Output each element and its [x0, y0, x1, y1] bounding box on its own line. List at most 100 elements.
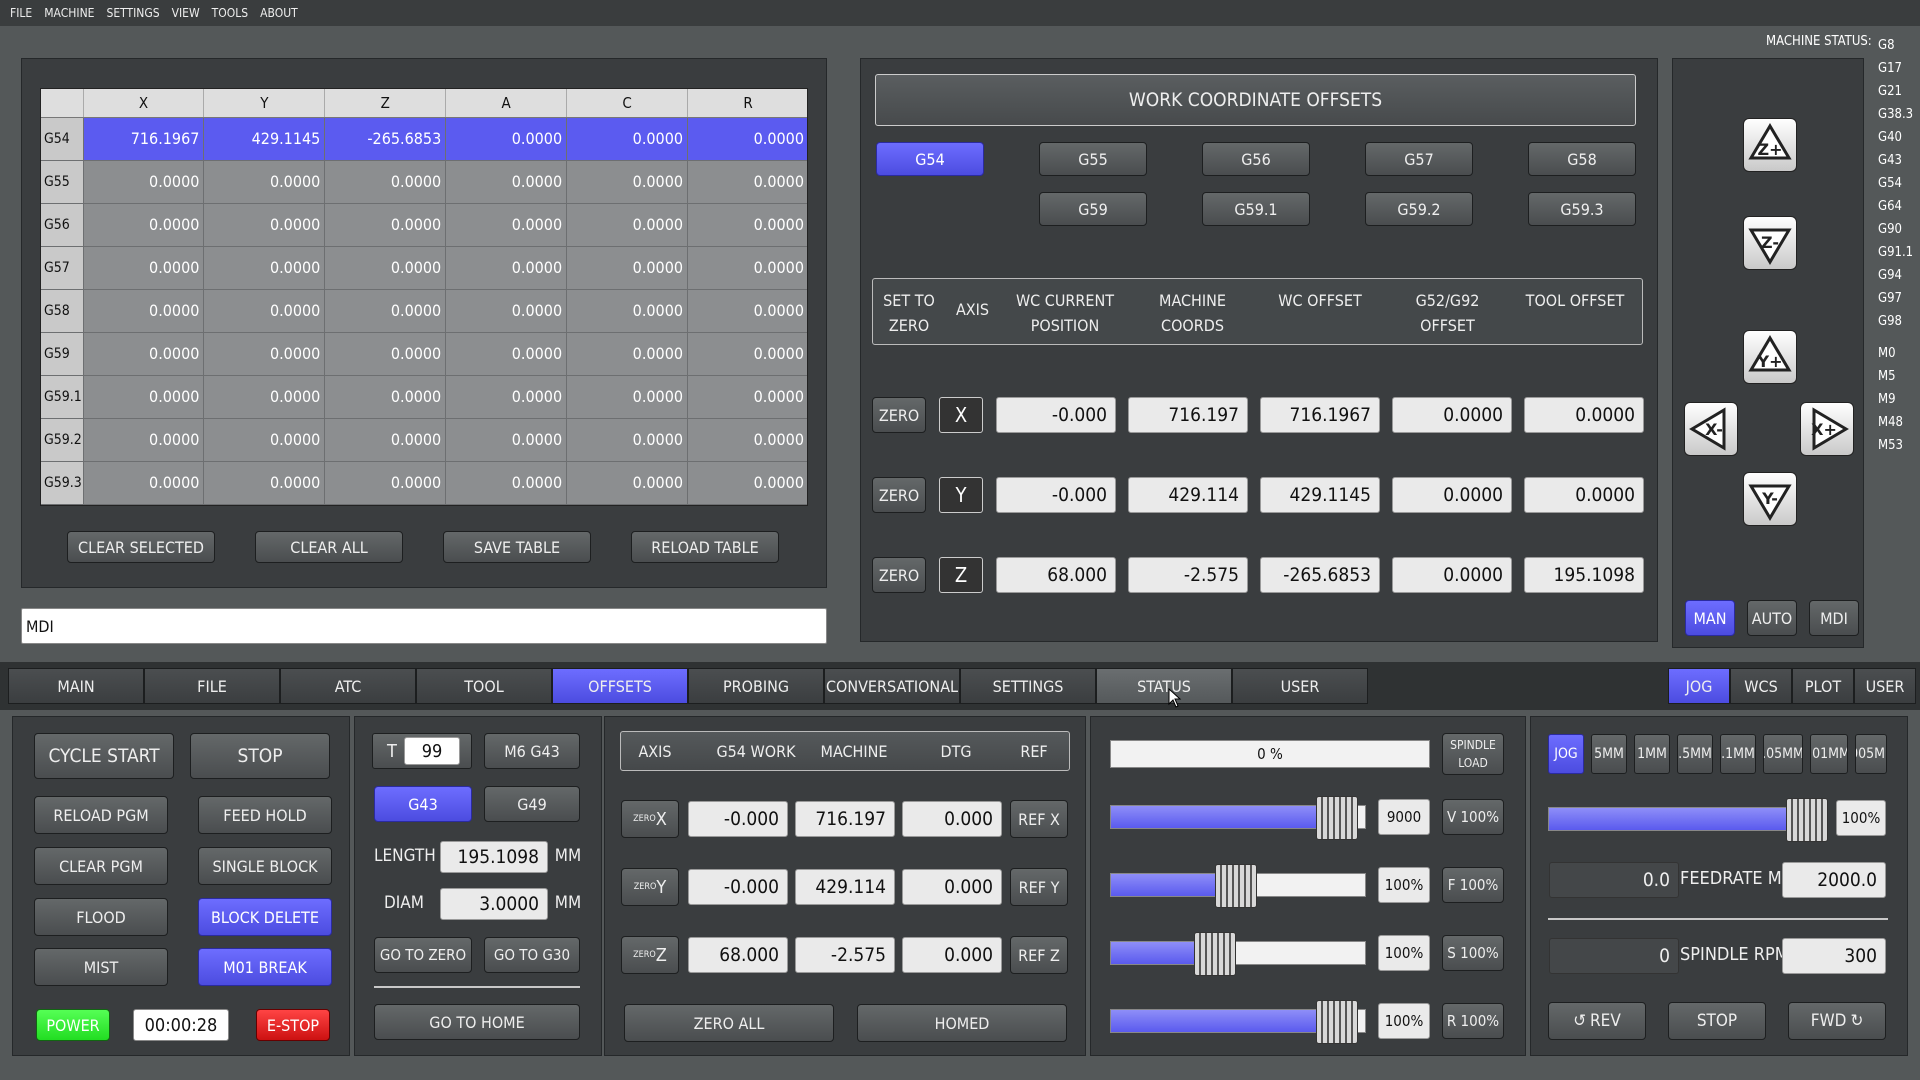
tab-atc[interactable]: ATC [280, 668, 416, 704]
table-cell[interactable]: 0.0000 [566, 289, 689, 333]
table-row[interactable]: G54 716.1967 429.1145 -265.6853 0.0000 0.0000… [41, 117, 807, 161]
spindle-rpm-set[interactable]: 300 [1782, 938, 1886, 974]
table-cell[interactable]: 0.0000 [445, 418, 568, 462]
row-header[interactable]: G54 [41, 117, 84, 161]
table-cell[interactable]: 0.0000 [324, 375, 447, 419]
spindle-stop-button[interactable]: STOP [1668, 1002, 1766, 1040]
right-tab-wcs[interactable]: WCS [1730, 668, 1792, 704]
table-row[interactable]: G59.1 0.0000 0.0000 0.0000 0.0000 0.0000 0.000… [41, 375, 807, 419]
rapid-reset-button[interactable]: R 100% [1442, 1003, 1504, 1039]
menu-machine[interactable]: MACHINE [44, 6, 94, 20]
menu-settings[interactable]: SETTINGS [106, 6, 159, 20]
table-cell[interactable]: 0.0000 [83, 332, 205, 376]
table-cell[interactable]: 0.0000 [445, 203, 568, 247]
table-cell[interactable]: -265.6853 [324, 117, 447, 161]
ref-x-button[interactable]: REF X [1010, 800, 1068, 838]
row-header[interactable]: G59.3 [41, 461, 84, 505]
table-cell[interactable]: 0.0000 [687, 117, 807, 161]
table-cell[interactable]: 0.0000 [203, 203, 326, 247]
table-cell[interactable]: 0.0000 [203, 246, 326, 290]
row-header[interactable]: G57 [41, 246, 84, 290]
rapid-override-handle[interactable] [1316, 1000, 1359, 1044]
zero-z-button[interactable]: ZERO [872, 557, 926, 593]
mist-button[interactable]: MIST [34, 948, 168, 986]
go-to-home-button[interactable]: GO TO HOME [374, 1004, 580, 1040]
table-cell[interactable]: 0.0000 [566, 332, 689, 376]
wcs-g58-button[interactable]: G58 [1528, 142, 1636, 176]
column-header-y[interactable]: Y [203, 89, 326, 118]
row-header[interactable]: G59.1 [41, 375, 84, 419]
flood-button[interactable]: FLOOD [34, 898, 168, 936]
ref-z-button[interactable]: REF Z [1010, 936, 1068, 974]
tab-offsets[interactable]: OFFSETS [552, 668, 688, 704]
table-cell[interactable]: 0.0000 [687, 160, 807, 204]
zero-all-button[interactable]: ZERO ALL [624, 1004, 834, 1042]
feed-override-slider[interactable] [1110, 864, 1366, 908]
table-cell[interactable]: 0.0000 [687, 418, 807, 462]
stop-button[interactable]: STOP [190, 733, 330, 779]
wcs-g59-3-button[interactable]: G59.3 [1528, 192, 1636, 226]
table-cell[interactable]: 0.0000 [324, 160, 447, 204]
go-to-g30-button[interactable]: GO TO G30 [484, 937, 580, 973]
table-cell[interactable]: 0.0000 [83, 375, 205, 419]
table-cell[interactable]: 0.0000 [566, 117, 689, 161]
velocity-override-handle[interactable] [1316, 796, 1359, 840]
table-cell[interactable]: 0.0000 [203, 332, 326, 376]
spindle-rev-button[interactable]: ↺ REV [1548, 1002, 1646, 1040]
tab-status[interactable]: STATUS [1096, 668, 1232, 704]
column-header-c[interactable]: C [566, 89, 689, 118]
estop-button[interactable]: E-STOP [256, 1009, 330, 1041]
jog-y-minus-button[interactable]: Y- [1743, 472, 1797, 526]
table-cell[interactable]: 0.0000 [203, 160, 326, 204]
table-cell[interactable]: 0.0000 [566, 203, 689, 247]
column-header-z[interactable]: Z [324, 89, 447, 118]
velocity-override-slider[interactable] [1110, 796, 1366, 840]
table-cell[interactable]: 0.0000 [83, 160, 205, 204]
table-cell[interactable]: 0.0000 [566, 375, 689, 419]
table-cell[interactable]: 0.0000 [324, 203, 447, 247]
block-delete-button[interactable]: BLOCK DELETE [198, 898, 332, 936]
menu-tools[interactable]: TOOLS [212, 6, 248, 20]
column-header-r[interactable]: R [687, 89, 807, 118]
wcs-g54-button[interactable]: G54 [876, 142, 984, 176]
table-cell[interactable]: 0.0000 [445, 160, 568, 204]
tab-probing[interactable]: PROBING [688, 668, 824, 704]
reload-pgm-button[interactable]: RELOAD PGM [34, 796, 168, 834]
mode-auto-button[interactable]: AUTO [1747, 600, 1797, 636]
row-header[interactable]: G56 [41, 203, 84, 247]
save-table-button[interactable]: SAVE TABLE [443, 531, 591, 563]
tab-user[interactable]: USER [1232, 668, 1368, 704]
table-cell[interactable]: 0.0000 [324, 246, 447, 290]
table-cell[interactable]: 0.0000 [203, 418, 326, 462]
dro-zero-z-button[interactable]: ZERO Z [621, 936, 679, 974]
table-cell[interactable]: 0.0000 [687, 289, 807, 333]
zero-x-button[interactable]: ZERO [872, 397, 926, 433]
reload-table-button[interactable]: RELOAD TABLE [631, 531, 779, 563]
table-cell[interactable]: 0.0000 [445, 332, 568, 376]
column-header-x[interactable]: X [83, 89, 205, 118]
jog-increment-button[interactable]: .005MM [1855, 734, 1887, 774]
table-cell[interactable]: 0.0000 [687, 246, 807, 290]
spindle-fwd-button[interactable]: FWD ↻ [1788, 1002, 1886, 1040]
table-cell[interactable]: 0.0000 [445, 289, 568, 333]
row-header[interactable]: G55 [41, 160, 84, 204]
jog-y-plus-button[interactable]: Y+ [1743, 330, 1797, 384]
zero-y-button[interactable]: ZERO [872, 477, 926, 513]
table-cell[interactable]: 0.0000 [83, 203, 205, 247]
feed-reset-button[interactable]: F 100% [1442, 867, 1504, 903]
dro-zero-x-button[interactable]: ZERO X [621, 800, 679, 838]
go-to-zero-button[interactable]: GO TO ZERO [374, 937, 472, 973]
table-row[interactable]: G55 0.0000 0.0000 0.0000 0.0000 0.0000 0.0000 [41, 160, 807, 204]
table-cell[interactable]: 716.1967 [83, 117, 205, 161]
jog-rate-slider[interactable] [1548, 798, 1828, 842]
table-cell[interactable]: 0.0000 [687, 461, 807, 505]
tab-tool[interactable]: TOOL [416, 668, 552, 704]
jog-z-minus-button[interactable]: Z- [1743, 216, 1797, 270]
table-cell[interactable]: 0.0000 [203, 375, 326, 419]
dro-zero-y-button[interactable]: ZERO Y [621, 868, 679, 906]
column-header-a[interactable]: A [445, 89, 568, 118]
table-cell[interactable]: 0.0000 [203, 461, 326, 505]
table-cell[interactable]: 0.0000 [445, 461, 568, 505]
table-row[interactable]: G59.2 0.0000 0.0000 0.0000 0.0000 0.0000 0.000… [41, 418, 807, 462]
jog-x-minus-button[interactable]: X- [1684, 402, 1738, 456]
